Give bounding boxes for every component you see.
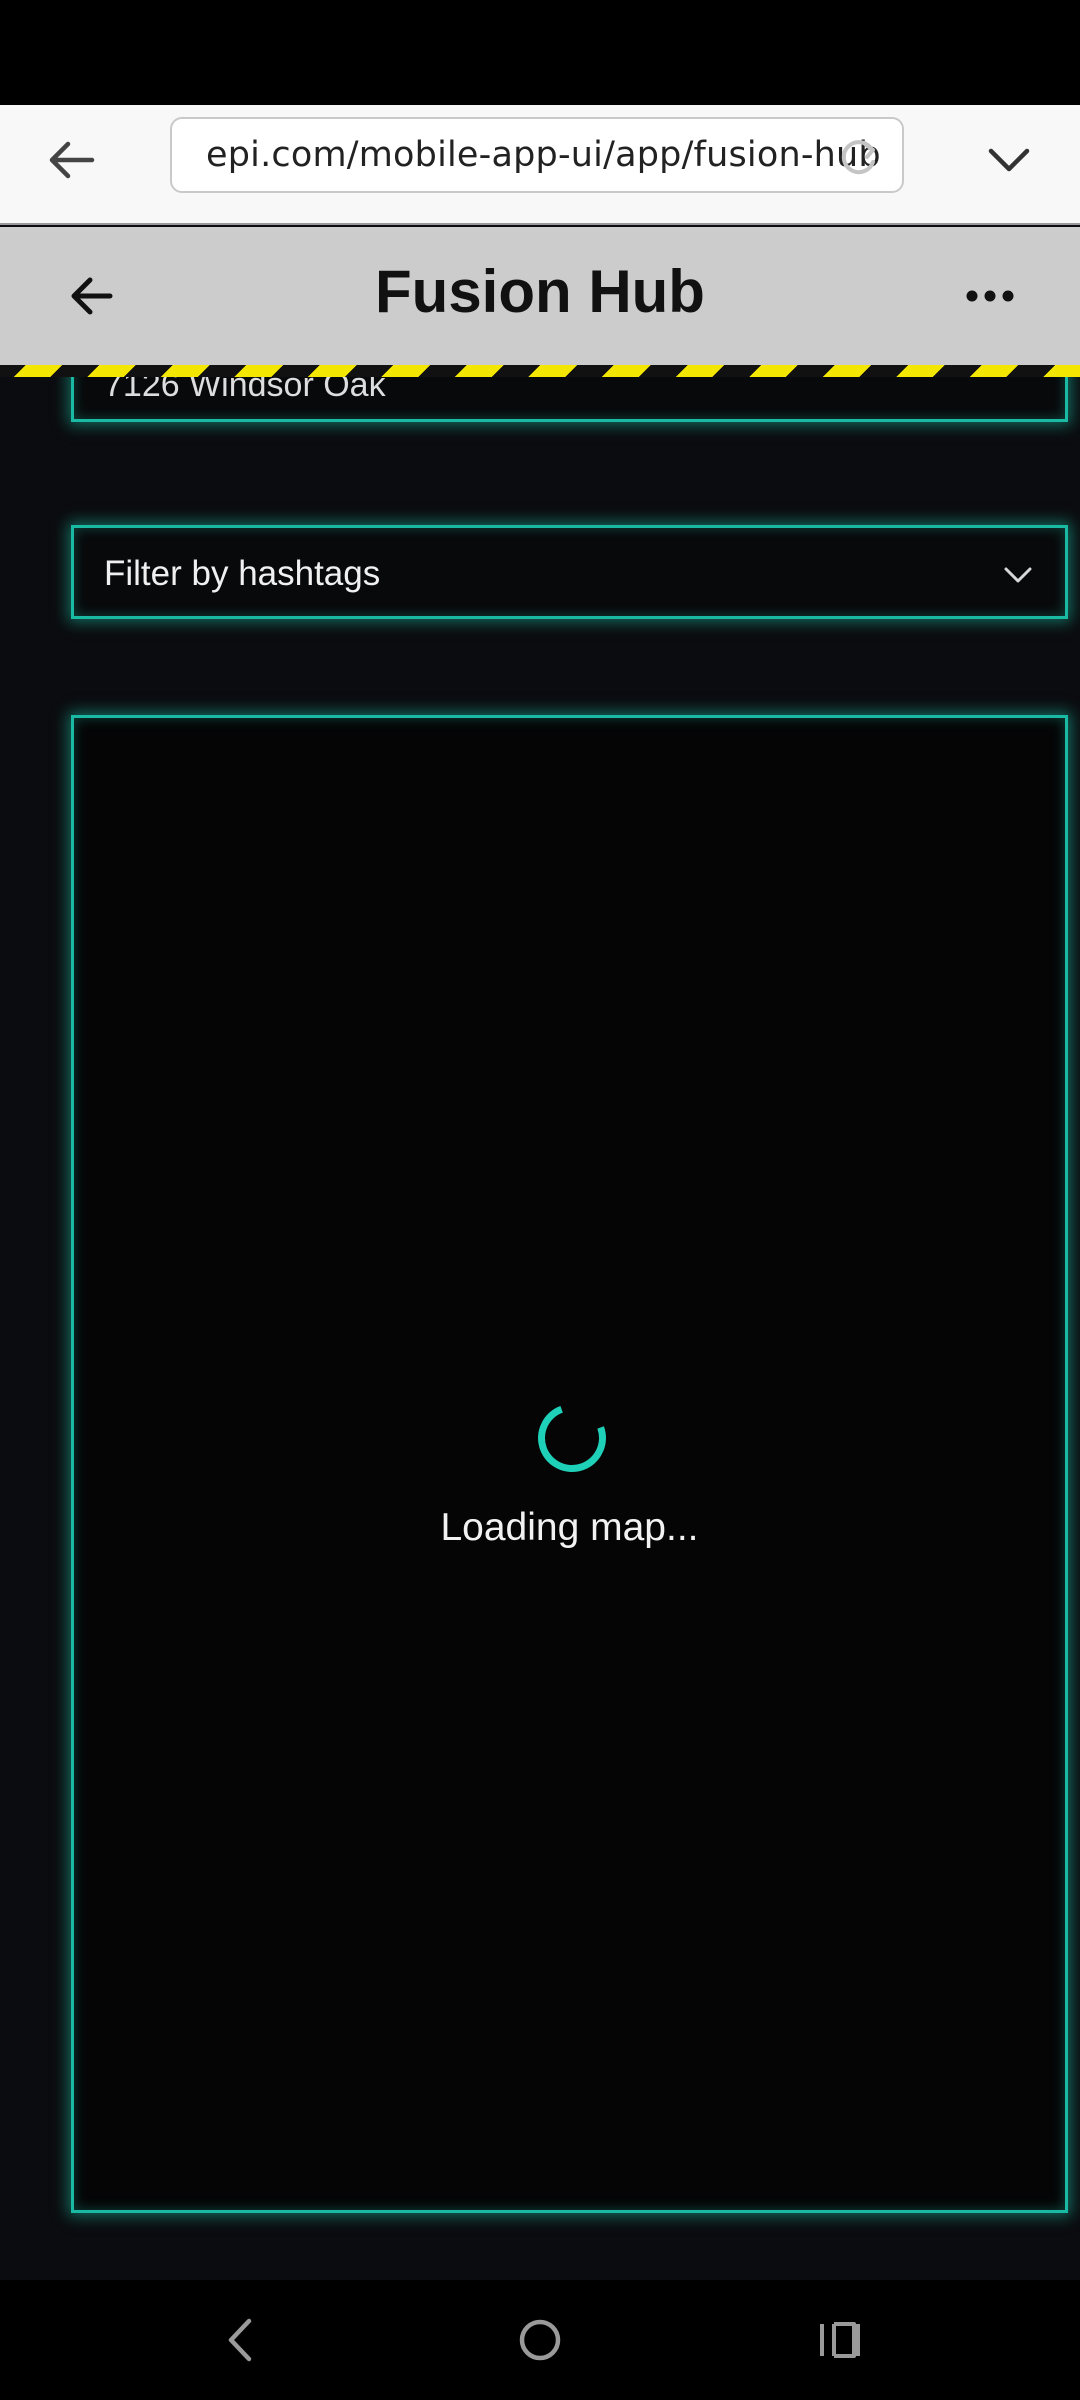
chevron-down-icon: [988, 148, 1030, 172]
chevron-down-icon: [1004, 567, 1032, 583]
reload-icon[interactable]: [838, 136, 880, 178]
map-loading-text: Loading map...: [440, 1506, 699, 1549]
address-text: 7126 Windsor Oak: [104, 377, 386, 404]
app-header: Fusion Hub: [0, 227, 1080, 365]
browser-menu-button[interactable]: [976, 127, 1042, 193]
browser-toolbar: epi.com/mobile-app-ui/app/fusion-hub: [0, 105, 1080, 225]
status-bar: [0, 0, 1080, 105]
system-nav-bar: [0, 2280, 1080, 2400]
hashtag-filter-label: Filter by hashtags: [104, 554, 381, 593]
home-icon: [519, 2319, 561, 2361]
hazard-stripe: [0, 365, 1080, 377]
main-content: 7126 Windsor Oak Filter by hashtags Load…: [0, 377, 1080, 2280]
map-panel[interactable]: Loading map...: [71, 715, 1068, 2213]
system-recents-button[interactable]: [805, 2308, 875, 2372]
arrow-left-icon: [49, 141, 95, 179]
loading-spinner-icon: [526, 1392, 618, 1484]
more-options-button[interactable]: [940, 261, 1040, 331]
hashtag-filter-select[interactable]: Filter by hashtags: [71, 525, 1068, 619]
page-title: Fusion Hub: [375, 258, 705, 325]
url-field[interactable]: epi.com/mobile-app-ui/app/fusion-hub: [170, 117, 904, 193]
address-card[interactable]: 7126 Windsor Oak: [71, 377, 1068, 422]
back-icon: [228, 2318, 252, 2362]
browser-back-button[interactable]: [38, 127, 104, 193]
system-back-button[interactable]: [205, 2308, 275, 2372]
system-home-button[interactable]: [505, 2308, 575, 2372]
url-text: epi.com/mobile-app-ui/app/fusion-hub: [206, 135, 881, 175]
more-horizontal-icon: [966, 290, 1014, 302]
recents-icon: [820, 2322, 860, 2358]
